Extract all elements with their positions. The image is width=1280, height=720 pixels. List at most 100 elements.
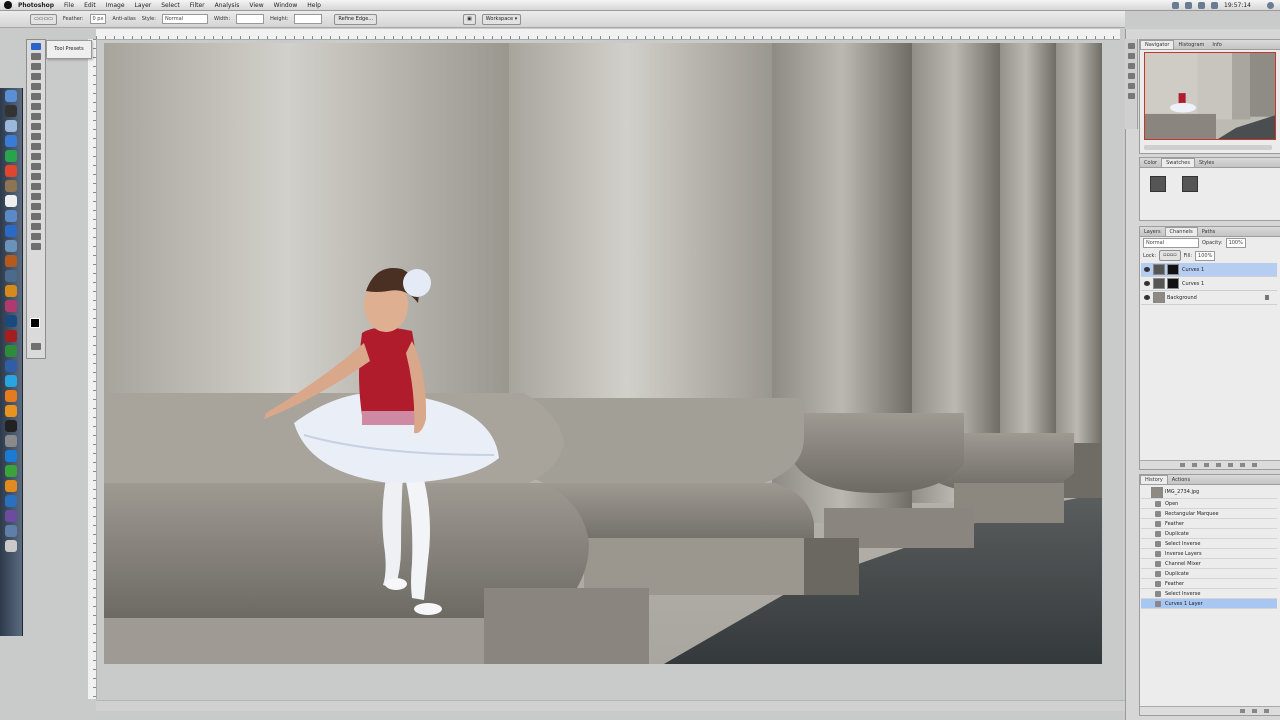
masks-icon[interactable] <box>1127 83 1135 89</box>
tab-info[interactable]: Info <box>1208 41 1225 49</box>
tab-histogram[interactable]: Histogram <box>1174 41 1208 49</box>
document-canvas[interactable] <box>104 43 1102 664</box>
hand-tool-icon[interactable] <box>31 233 41 240</box>
layer-row[interactable]: Curves 1 <box>1141 277 1277 291</box>
menu-file[interactable]: File <box>64 2 74 9</box>
imovie-icon[interactable] <box>5 510 17 522</box>
layer-style-icon[interactable] <box>1192 463 1197 467</box>
type-tool-icon[interactable] <box>31 193 41 200</box>
feather-field[interactable]: 0 px <box>89 14 107 24</box>
dodge-tool-icon[interactable] <box>31 173 41 180</box>
history-snapshot[interactable]: IMG_2734.jpg <box>1141 486 1277 499</box>
style-select[interactable]: Normal <box>161 14 208 24</box>
history-item[interactable]: Select Inverse <box>1141 589 1277 599</box>
clock[interactable]: 19:57:14 <box>1224 2 1251 9</box>
lock-buttons[interactable]: ▫▫▫▫ <box>1159 250 1181 261</box>
brushes-icon[interactable] <box>1127 43 1135 49</box>
downloads-icon[interactable] <box>5 525 17 537</box>
fill-field[interactable]: 100% <box>1195 250 1216 261</box>
bridge-icon[interactable] <box>5 255 17 267</box>
address-book-icon[interactable] <box>5 180 17 192</box>
dropbox-icon[interactable] <box>1172 1 1180 9</box>
adjustments-icon[interactable] <box>1127 73 1135 79</box>
history-item[interactable]: Feather <box>1141 519 1277 529</box>
lightroom-icon[interactable] <box>5 270 17 282</box>
numbers-icon[interactable] <box>5 465 17 477</box>
battery-icon[interactable] <box>1211 1 1219 9</box>
blend-mode-select[interactable]: Normal <box>1143 238 1199 248</box>
navigator-zoom-slider[interactable] <box>1144 145 1272 150</box>
character-icon[interactable] <box>1127 93 1135 99</box>
refine-edge-button[interactable]: Refine Edge... <box>334 13 378 25</box>
keynote-icon[interactable] <box>5 495 17 507</box>
skype-icon[interactable] <box>5 375 17 387</box>
tab-swatches[interactable]: Swatches <box>1161 158 1195 167</box>
layer-mask-thumbnail[interactable] <box>1167 278 1179 289</box>
excel-icon[interactable] <box>5 345 17 357</box>
swatch-dark-gray[interactable] <box>1150 176 1166 192</box>
safari-icon[interactable] <box>5 135 17 147</box>
ruler-horizontal[interactable] <box>96 29 1120 40</box>
apple-icon[interactable] <box>4 1 12 9</box>
spotlight-icon[interactable] <box>1267 1 1274 9</box>
visibility-eye-icon[interactable] <box>1144 295 1150 300</box>
menu-image[interactable]: Image <box>106 2 125 9</box>
tab-channels[interactable]: Channels <box>1164 227 1198 236</box>
vlc-icon[interactable] <box>5 405 17 417</box>
dashboard-icon[interactable] <box>5 105 17 117</box>
iphoto-icon[interactable] <box>5 240 17 252</box>
history-item[interactable]: Open <box>1141 499 1277 509</box>
layer-row[interactable]: Curves 1 <box>1141 263 1277 277</box>
mail-icon[interactable] <box>5 120 17 132</box>
clone-source-icon[interactable] <box>1127 53 1135 59</box>
word-icon[interactable] <box>5 360 17 372</box>
ruler-vertical[interactable] <box>88 39 97 699</box>
menu-view[interactable]: View <box>249 2 263 9</box>
height-field[interactable] <box>294 14 323 24</box>
appstore-icon[interactable] <box>5 450 17 462</box>
menu-filter[interactable]: Filter <box>190 2 205 9</box>
layer-row[interactable]: Background <box>1141 291 1277 305</box>
illustrator-icon[interactable] <box>5 285 17 297</box>
menu-analysis[interactable]: Analysis <box>215 2 240 9</box>
ical-icon[interactable] <box>5 195 17 207</box>
menu-layer[interactable]: Layer <box>135 2 152 9</box>
selection-mode-buttons[interactable]: ▭▭▭▭ <box>30 13 57 25</box>
antialias-checkbox[interactable]: Anti-alias <box>112 16 135 22</box>
layer-mask-thumbnail[interactable] <box>1167 264 1179 275</box>
acrobat-icon[interactable] <box>5 330 17 342</box>
menu-help[interactable]: Help <box>307 2 321 9</box>
navigator-thumbnail[interactable] <box>1144 52 1276 140</box>
chrome-icon[interactable] <box>5 165 17 177</box>
quick-mask-icon[interactable] <box>31 343 41 350</box>
3d-rotate-tool-icon[interactable] <box>31 223 41 230</box>
visibility-eye-icon[interactable] <box>1144 281 1150 286</box>
ichat-icon[interactable] <box>5 150 17 162</box>
photoshop-icon[interactable] <box>5 315 17 327</box>
add-mask-icon[interactable] <box>1204 463 1209 467</box>
trash-icon[interactable] <box>5 540 17 552</box>
new-document-icon[interactable] <box>1240 709 1245 713</box>
workspace-menu[interactable]: Workspace ▾ <box>481 13 522 25</box>
terminal-icon[interactable] <box>5 420 17 432</box>
menu-edit[interactable]: Edit <box>84 2 96 9</box>
tab-layers[interactable]: Layers <box>1140 228 1165 236</box>
path-selection-tool-icon[interactable] <box>31 203 41 210</box>
finder-icon[interactable] <box>5 90 17 102</box>
link-layers-icon[interactable] <box>1180 463 1185 467</box>
width-field[interactable] <box>236 14 265 24</box>
tab-styles[interactable]: Styles <box>1195 159 1218 167</box>
menu-select[interactable]: Select <box>161 2 180 9</box>
move-tool-icon[interactable] <box>31 53 41 60</box>
firefox-icon[interactable] <box>5 390 17 402</box>
tab-paths[interactable]: Paths <box>1198 228 1220 236</box>
pages-icon[interactable] <box>5 480 17 492</box>
foreground-color-swatch[interactable] <box>30 318 40 328</box>
zoom-tool-icon[interactable] <box>31 243 41 250</box>
indesign-icon[interactable] <box>5 300 17 312</box>
new-snapshot-icon[interactable] <box>1252 709 1257 713</box>
history-item-selected[interactable]: Curves 1 Layer <box>1141 599 1277 609</box>
menu-window[interactable]: Window <box>274 2 298 9</box>
history-item[interactable]: Inverse Layers <box>1141 549 1277 559</box>
camera-icon[interactable]: ▣ <box>463 13 476 25</box>
